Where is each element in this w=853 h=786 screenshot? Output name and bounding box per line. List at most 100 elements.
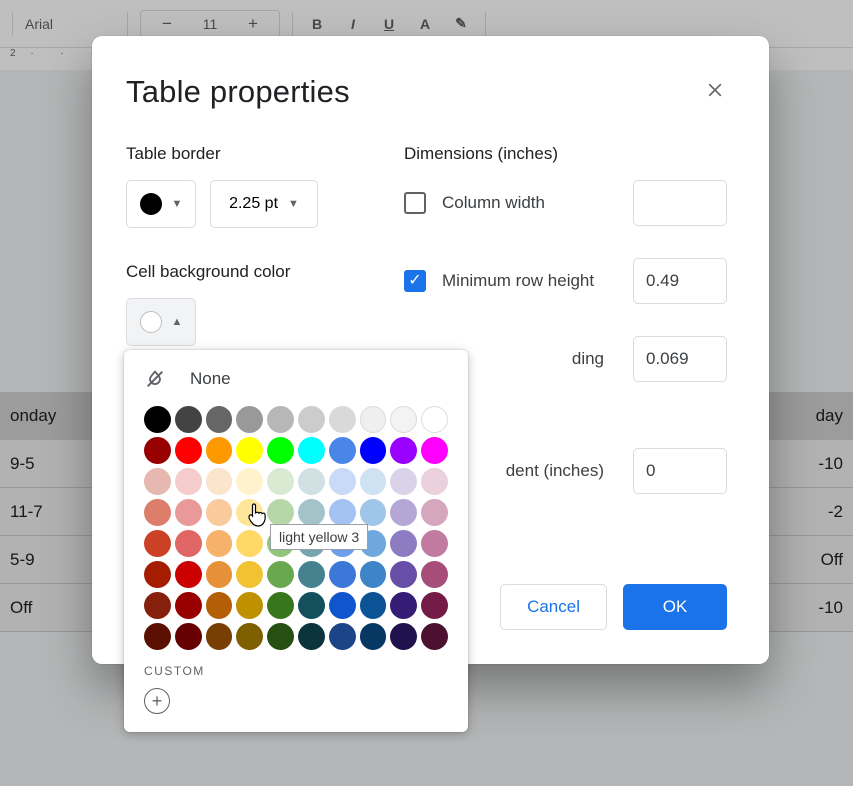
color-swatch[interactable] — [144, 437, 171, 464]
color-swatch[interactable] — [329, 437, 356, 464]
color-swatch[interactable] — [175, 530, 202, 557]
color-swatch[interactable] — [206, 592, 233, 619]
cell-padding-input[interactable] — [633, 336, 727, 382]
ok-button[interactable]: OK — [623, 584, 727, 630]
color-swatch[interactable] — [421, 406, 448, 433]
color-swatch[interactable] — [390, 437, 417, 464]
cancel-button[interactable]: Cancel — [500, 584, 607, 630]
color-swatch[interactable] — [236, 623, 263, 650]
color-swatch[interactable] — [421, 623, 448, 650]
color-swatch[interactable] — [329, 592, 356, 619]
color-swatch[interactable] — [175, 406, 202, 433]
column-width-checkbox[interactable] — [404, 192, 426, 214]
color-swatch[interactable] — [144, 561, 171, 588]
color-swatch[interactable] — [360, 468, 387, 495]
color-swatch[interactable] — [360, 406, 387, 433]
color-swatch[interactable] — [421, 468, 448, 495]
border-width-dropdown[interactable]: 2.25 pt ▼ — [210, 180, 318, 228]
color-swatch[interactable] — [267, 561, 294, 588]
color-swatch[interactable] — [236, 592, 263, 619]
color-swatch[interactable] — [390, 468, 417, 495]
color-swatch[interactable] — [329, 406, 356, 433]
color-swatch[interactable] — [390, 530, 417, 557]
color-swatch[interactable] — [206, 530, 233, 557]
color-swatch[interactable] — [360, 437, 387, 464]
color-swatch[interactable] — [267, 592, 294, 619]
color-swatch[interactable] — [267, 437, 294, 464]
color-swatch[interactable] — [175, 623, 202, 650]
dimensions-label: Dimensions (inches) — [404, 144, 727, 164]
cell-bg-dropdown[interactable]: ▲ — [126, 298, 196, 346]
color-swatch[interactable] — [206, 406, 233, 433]
border-width-value: 2.25 pt — [229, 195, 278, 213]
color-swatch[interactable] — [175, 592, 202, 619]
color-swatch[interactable] — [298, 499, 325, 526]
color-swatch[interactable] — [236, 561, 263, 588]
color-swatch[interactable] — [298, 561, 325, 588]
color-swatch[interactable] — [175, 468, 202, 495]
color-swatch[interactable] — [298, 623, 325, 650]
color-swatch[interactable] — [175, 499, 202, 526]
color-swatch[interactable] — [144, 499, 171, 526]
color-swatch[interactable] — [360, 623, 387, 650]
add-custom-color-button[interactable]: + — [144, 688, 170, 714]
min-row-height-input[interactable] — [633, 258, 727, 304]
color-swatch[interactable] — [144, 406, 171, 433]
color-swatch[interactable] — [329, 623, 356, 650]
min-row-height-label: Minimum row height — [442, 271, 617, 291]
color-swatch[interactable] — [267, 499, 294, 526]
color-swatch[interactable] — [236, 406, 263, 433]
custom-colors-label: CUSTOM — [144, 664, 448, 678]
column-width-input[interactable] — [633, 180, 727, 226]
color-swatch[interactable] — [144, 530, 171, 557]
color-swatch[interactable] — [421, 592, 448, 619]
color-swatch[interactable] — [390, 499, 417, 526]
color-none-label: None — [190, 369, 231, 389]
color-swatch[interactable] — [421, 530, 448, 557]
color-swatch[interactable] — [267, 623, 294, 650]
cell-bg-swatch — [140, 311, 162, 333]
color-swatch[interactable] — [144, 468, 171, 495]
color-swatch[interactable] — [390, 406, 417, 433]
no-color-icon — [144, 368, 166, 390]
color-swatch[interactable] — [421, 561, 448, 588]
color-swatch[interactable] — [298, 468, 325, 495]
color-swatch[interactable] — [236, 468, 263, 495]
color-swatch[interactable] — [236, 530, 263, 557]
close-button[interactable] — [701, 76, 729, 104]
color-swatch[interactable] — [390, 623, 417, 650]
color-swatch[interactable] — [267, 468, 294, 495]
color-swatch[interactable] — [206, 623, 233, 650]
color-swatch[interactable] — [329, 499, 356, 526]
color-swatch[interactable] — [144, 592, 171, 619]
color-swatch[interactable] — [329, 468, 356, 495]
cell-bg-label: Cell background color — [126, 262, 404, 282]
color-swatch[interactable] — [206, 437, 233, 464]
check-icon: ✓ — [408, 273, 421, 289]
color-swatch[interactable] — [236, 437, 263, 464]
color-swatch[interactable] — [206, 499, 233, 526]
color-swatch[interactable] — [360, 561, 387, 588]
column-width-label: Column width — [442, 193, 617, 213]
close-icon — [705, 80, 725, 100]
color-swatch[interactable] — [421, 499, 448, 526]
color-swatch[interactable] — [206, 561, 233, 588]
color-swatch[interactable] — [144, 623, 171, 650]
color-swatch[interactable] — [206, 468, 233, 495]
indent-input[interactable] — [633, 448, 727, 494]
color-swatch[interactable] — [390, 561, 417, 588]
color-swatch[interactable] — [329, 561, 356, 588]
color-swatch[interactable] — [360, 499, 387, 526]
color-swatch[interactable] — [298, 406, 325, 433]
color-swatch[interactable] — [421, 437, 448, 464]
color-swatch[interactable] — [298, 437, 325, 464]
color-swatch[interactable] — [360, 592, 387, 619]
color-swatch[interactable] — [175, 437, 202, 464]
min-row-height-checkbox[interactable]: ✓ — [404, 270, 426, 292]
color-none-option[interactable]: None — [144, 368, 448, 390]
border-color-dropdown[interactable]: ▼ — [126, 180, 196, 228]
color-swatch[interactable] — [267, 406, 294, 433]
color-swatch[interactable] — [175, 561, 202, 588]
color-swatch[interactable] — [390, 592, 417, 619]
color-swatch[interactable] — [298, 592, 325, 619]
